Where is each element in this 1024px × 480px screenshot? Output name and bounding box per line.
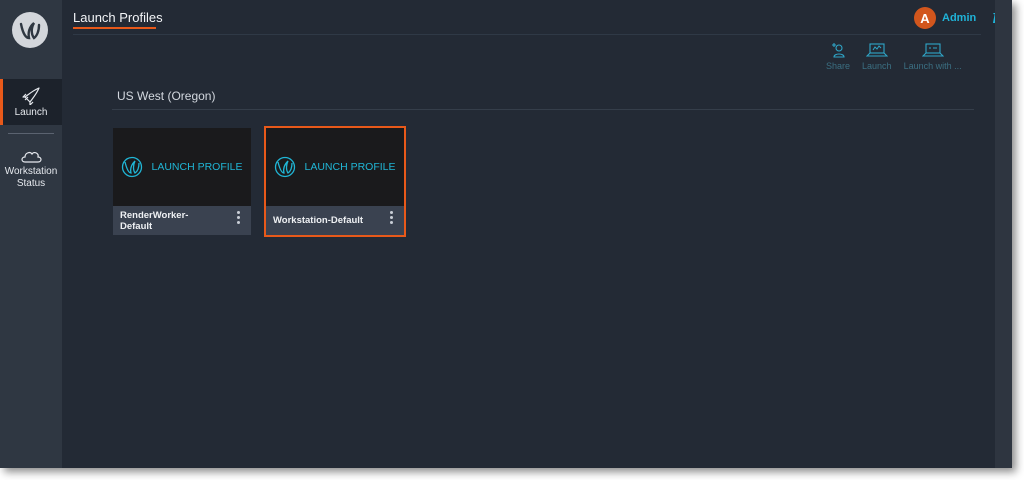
- card-title: RenderWorker- Default: [120, 210, 188, 232]
- card-title: Workstation-Default: [273, 215, 363, 226]
- share-label: Share: [826, 61, 851, 71]
- sidebar-item-launch[interactable]: Launch: [0, 79, 62, 125]
- card-footer: Workstation-Default: [266, 206, 404, 235]
- launch-with-label: Launch with ...: [903, 61, 962, 71]
- app-logo[interactable]: [12, 12, 48, 48]
- toolbar: Share Launch Launch with ...: [826, 42, 962, 71]
- active-indicator: [0, 79, 3, 125]
- user-menu[interactable]: A Admin: [914, 7, 976, 29]
- sidebar-item-label: Launch: [14, 107, 48, 118]
- rocket-icon: [22, 87, 40, 105]
- card-title-line-1: Workstation-Default: [273, 215, 364, 226]
- share-icon: [832, 43, 845, 58]
- avatar: A: [914, 7, 936, 29]
- launch-label: Launch: [862, 61, 892, 71]
- launch-with-button[interactable]: Launch with ...: [904, 42, 962, 71]
- laptop-icon: [865, 43, 888, 57]
- card-title-line-1: RenderWorker-: [120, 210, 189, 221]
- sidebar-divider: [8, 133, 54, 134]
- logo-icon: [19, 22, 41, 40]
- page-title: Launch Profiles: [73, 10, 163, 25]
- region-divider: [112, 109, 974, 110]
- label-line-2: Status: [16, 178, 46, 189]
- laptop-settings-icon: [921, 43, 944, 57]
- right-panel: [995, 0, 1012, 468]
- sidebar: Launch Workstation Status: [0, 0, 62, 468]
- sidebar-item-label: Workstation Status: [5, 166, 58, 190]
- launch-profile-card-selected[interactable]: LAUNCH PROFILE Workstation-Default: [264, 126, 406, 237]
- sidebar-item-workstation-status[interactable]: Workstation Status: [0, 148, 62, 190]
- card-title-line-2: Default: [120, 221, 153, 232]
- launch-profile-logo-icon: [275, 156, 296, 178]
- card-footer: RenderWorker- Default: [113, 206, 251, 235]
- launch-button[interactable]: Launch: [862, 42, 892, 71]
- header-divider: [73, 34, 981, 35]
- launch-profile-card[interactable]: LAUNCH PROFILE RenderWorker- Default: [113, 128, 251, 235]
- card-banner-text: LAUNCH PROFILE: [304, 161, 396, 173]
- card-banner-text: LAUNCH PROFILE: [151, 161, 243, 173]
- card-banner: LAUNCH PROFILE: [266, 128, 404, 206]
- launch-profile-logo-icon: [122, 156, 143, 178]
- app-window: Launch Workstation Status Launch Profile…: [0, 0, 1012, 468]
- region-heading: US West (Oregon): [117, 89, 216, 103]
- share-button[interactable]: Share: [826, 42, 850, 71]
- more-options-icon[interactable]: [390, 211, 394, 224]
- label-line-1: Workstation: [4, 166, 58, 177]
- user-name: Admin: [942, 12, 977, 24]
- cloud-icon: [21, 151, 42, 163]
- title-underline: [73, 27, 156, 29]
- card-banner: LAUNCH PROFILE: [113, 128, 251, 206]
- more-options-icon[interactable]: [237, 211, 241, 224]
